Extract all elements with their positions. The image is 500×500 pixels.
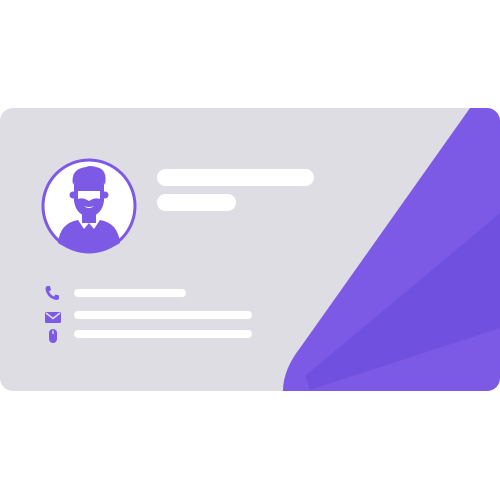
website-placeholder-bar — [74, 330, 252, 338]
mouse-icon — [49, 329, 57, 343]
mail-icon — [45, 312, 61, 323]
business-card-illustration — [0, 0, 500, 500]
business-card — [0, 108, 500, 391]
name-placeholder-bar — [157, 169, 314, 186]
title-placeholder-bar — [157, 194, 236, 211]
user-avatar-icon — [41, 158, 137, 254]
email-placeholder-bar — [74, 311, 252, 319]
phone-placeholder-bar — [74, 289, 186, 297]
phone-icon — [45, 286, 59, 300]
